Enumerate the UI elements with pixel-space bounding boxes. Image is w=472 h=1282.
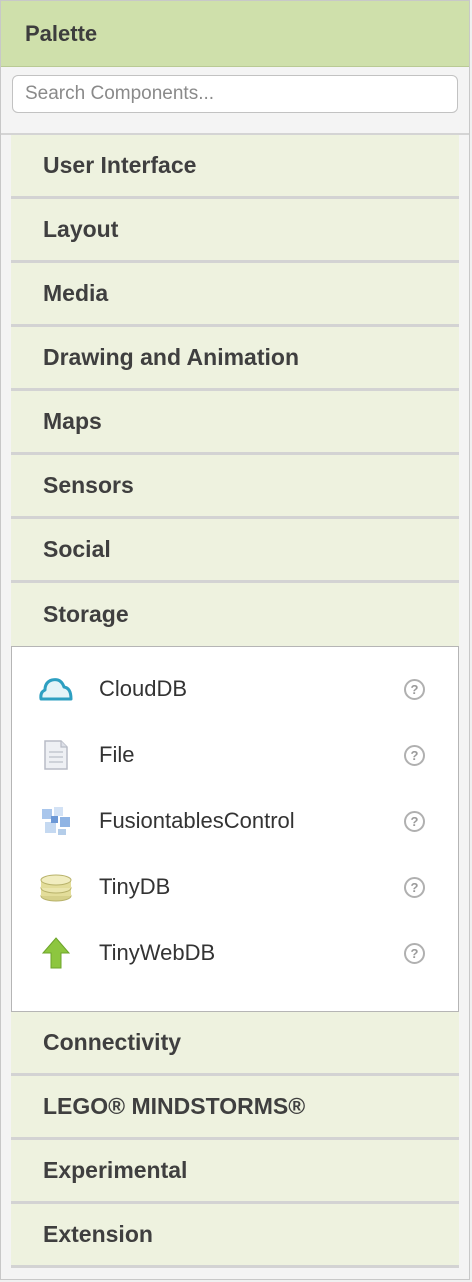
category-social[interactable]: Social	[11, 519, 459, 583]
help-icon[interactable]: ?	[404, 744, 425, 766]
component-label: FusiontablesControl	[99, 808, 295, 833]
category-label: Connectivity	[43, 1029, 182, 1055]
component-tinywebdb[interactable]: TinyWebDB ?	[12, 920, 458, 986]
category-experimental[interactable]: Experimental	[11, 1140, 459, 1204]
category-connectivity[interactable]: Connectivity	[11, 1012, 459, 1076]
component-label: TinyWebDB	[99, 940, 216, 965]
storage-component-list: CloudDB ? File ? FusiontablesControl ? T…	[11, 646, 459, 1012]
category-label: Drawing and Animation	[43, 344, 299, 370]
help-icon[interactable]: ?	[404, 942, 425, 964]
category-label: LEGO® MINDSTORMS®	[43, 1093, 306, 1119]
search-container	[1, 67, 469, 135]
cloud-icon	[36, 669, 76, 709]
help-icon[interactable]: ?	[404, 678, 425, 700]
category-lego-mindstorms[interactable]: LEGO® MINDSTORMS®	[11, 1076, 459, 1140]
category-label: Extension	[43, 1221, 153, 1247]
category-user-interface[interactable]: User Interface	[11, 135, 459, 199]
component-clouddb[interactable]: CloudDB ?	[12, 656, 458, 722]
component-file[interactable]: File ?	[12, 722, 458, 788]
category-label: Experimental	[43, 1157, 188, 1183]
category-label: Social	[43, 536, 111, 562]
palette-header: Palette	[1, 1, 469, 67]
upload-arrow-icon	[36, 933, 76, 973]
database-icon	[36, 867, 76, 907]
fusiontables-icon	[36, 801, 76, 841]
category-label: Sensors	[43, 472, 134, 498]
help-icon[interactable]: ?	[404, 876, 425, 898]
category-maps[interactable]: Maps	[11, 391, 459, 455]
category-sensors[interactable]: Sensors	[11, 455, 459, 519]
palette-title: Palette	[25, 20, 98, 46]
category-label: Media	[43, 280, 109, 306]
category-storage[interactable]: Storage	[11, 583, 459, 646]
category-label: Layout	[43, 216, 119, 242]
category-label: Maps	[43, 408, 102, 434]
help-icon[interactable]: ?	[404, 810, 425, 832]
search-components-input[interactable]	[12, 75, 458, 113]
component-label: File	[99, 742, 135, 767]
file-icon	[36, 735, 76, 775]
category-media[interactable]: Media	[11, 263, 459, 327]
category-label: User Interface	[43, 152, 197, 178]
category-drawing-and-animation[interactable]: Drawing and Animation	[11, 327, 459, 391]
component-fusiontablescontrol[interactable]: FusiontablesControl ?	[12, 788, 458, 854]
component-label: TinyDB	[99, 874, 171, 899]
category-extension[interactable]: Extension	[11, 1204, 459, 1268]
category-layout[interactable]: Layout	[11, 199, 459, 263]
component-label: CloudDB	[99, 676, 188, 701]
palette-panel: Palette User Interface Layout Media Draw…	[0, 0, 470, 1280]
category-label: Storage	[43, 601, 129, 627]
component-tinydb[interactable]: TinyDB ?	[12, 854, 458, 920]
